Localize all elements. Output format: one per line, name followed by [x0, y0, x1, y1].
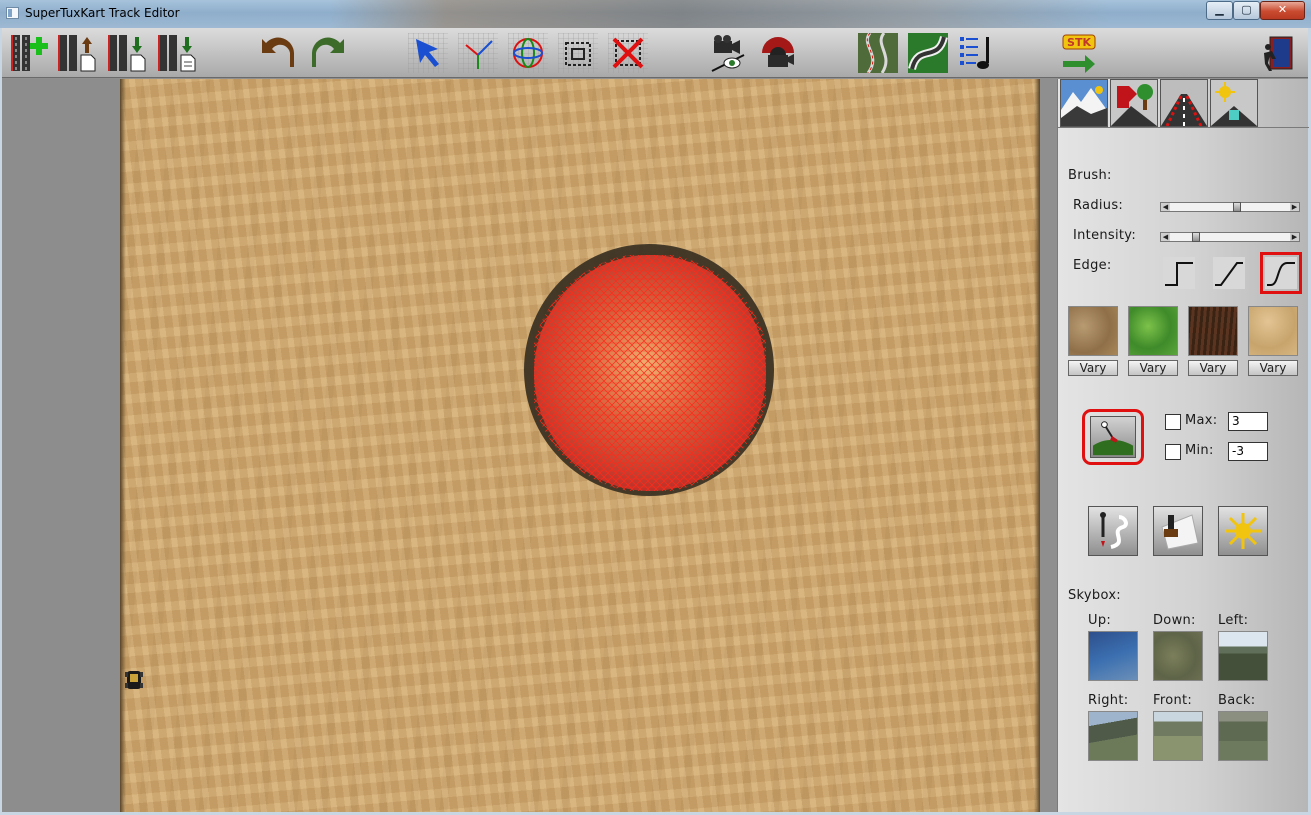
- move-icon[interactable]: [458, 33, 498, 73]
- rotate-icon[interactable]: [508, 33, 548, 73]
- min-label: Min:: [1185, 443, 1214, 458]
- skybox-down-label: Down:: [1153, 613, 1196, 628]
- edge-hard-button[interactable]: [1163, 257, 1195, 289]
- slider-right-arrow-icon[interactable]: ▶: [1290, 233, 1299, 241]
- road-icon[interactable]: [858, 33, 898, 73]
- intensity-slider-thumb[interactable]: [1192, 232, 1200, 242]
- select-icon[interactable]: [408, 33, 448, 73]
- kart-start-icon[interactable]: [125, 669, 143, 691]
- environment-tab[interactable]: [1210, 79, 1258, 127]
- redo-icon[interactable]: [308, 33, 348, 73]
- stk-test-icon[interactable]: STK: [1059, 33, 1099, 73]
- max-value-input[interactable]: 3: [1228, 412, 1268, 431]
- texture-dark-soil[interactable]: [1188, 306, 1238, 356]
- slider-left-arrow-icon[interactable]: ◀: [1161, 233, 1170, 241]
- skybox-right-label: Right:: [1088, 693, 1129, 708]
- skybox-up-label: Up:: [1088, 613, 1112, 628]
- vary-button[interactable]: Vary: [1068, 360, 1118, 376]
- skybox-right-image[interactable]: [1088, 711, 1138, 761]
- music-icon[interactable]: [958, 33, 998, 73]
- vary-button[interactable]: Vary: [1128, 360, 1178, 376]
- new-track-icon[interactable]: [10, 33, 50, 73]
- app-window: SuperTuxKart Track Editor ▁ ▢ ✕ STK Brus…: [0, 0, 1311, 815]
- height-tool-selected-frame: [1082, 409, 1144, 465]
- terrain-tab[interactable]: [1060, 79, 1108, 127]
- main-toolbar: STK: [2, 28, 1308, 78]
- scale-icon[interactable]: [558, 33, 598, 73]
- skybox-front-image[interactable]: [1153, 711, 1203, 761]
- road-wide-icon[interactable]: [908, 33, 948, 73]
- radius-label: Radius:: [1073, 198, 1124, 213]
- slider-left-arrow-icon[interactable]: ◀: [1161, 203, 1170, 211]
- light-tool-button[interactable]: [1218, 506, 1268, 556]
- skybox-left-label: Left:: [1218, 613, 1249, 628]
- brush-label: Brush:: [1068, 168, 1112, 183]
- app-icon[interactable]: [6, 7, 19, 19]
- edge-label: Edge:: [1073, 258, 1112, 273]
- skybox-back-label: Back:: [1218, 693, 1256, 708]
- delete-icon[interactable]: [608, 33, 648, 73]
- max-checkbox[interactable]: [1165, 414, 1181, 430]
- title-bar[interactable]: SuperTuxKart Track Editor ▁ ▢ ✕: [0, 0, 1311, 28]
- min-value-input[interactable]: -3: [1228, 442, 1268, 461]
- skybox-up-image[interactable]: [1088, 631, 1138, 681]
- vary-button[interactable]: Vary: [1248, 360, 1298, 376]
- smooth-path-tool-button[interactable]: [1088, 506, 1138, 556]
- window-title: SuperTuxKart Track Editor: [25, 6, 180, 20]
- close-button[interactable]: ✕: [1260, 1, 1305, 20]
- skybox-down-image[interactable]: [1153, 631, 1203, 681]
- exit-icon[interactable]: [1258, 33, 1298, 73]
- road-tab[interactable]: [1160, 79, 1208, 127]
- open-track-icon[interactable]: [57, 33, 97, 73]
- skybox-front-label: Front:: [1153, 693, 1193, 708]
- left-panel: [2, 79, 120, 812]
- radius-slider[interactable]: ◀ ▶: [1160, 202, 1300, 212]
- intensity-slider[interactable]: ◀ ▶: [1160, 232, 1300, 242]
- minimize-button[interactable]: ▁: [1206, 1, 1233, 20]
- maximize-button[interactable]: ▢: [1233, 1, 1260, 20]
- edge-smooth-button[interactable]: [1260, 252, 1302, 294]
- terrain-mesh-grid: [534, 255, 766, 491]
- radius-slider-thumb[interactable]: [1232, 202, 1241, 212]
- objects-tab[interactable]: [1110, 79, 1158, 127]
- undo-icon[interactable]: [258, 33, 298, 73]
- texture-sand[interactable]: [1248, 306, 1298, 356]
- max-label: Max:: [1185, 413, 1218, 428]
- camera-icon[interactable]: [708, 33, 748, 73]
- terrain-viewport[interactable]: [120, 79, 1040, 812]
- skybox-left-image[interactable]: [1218, 631, 1268, 681]
- skybox-back-image[interactable]: [1218, 711, 1268, 761]
- min-checkbox[interactable]: [1165, 444, 1181, 460]
- skybox-label: Skybox:: [1068, 588, 1121, 603]
- save-as-track-icon[interactable]: [157, 33, 197, 73]
- height-tool-button[interactable]: [1090, 416, 1136, 458]
- svg-text:STK: STK: [1067, 36, 1091, 49]
- edge-linear-button[interactable]: [1213, 257, 1245, 289]
- background-blur: [330, 0, 1110, 28]
- editor-app: STK Brush: Radius: ◀ ▶ Intensity: ◀ ▶ Ed…: [2, 28, 1309, 812]
- camera-restore-icon[interactable]: [758, 33, 798, 73]
- paint-tool-button[interactable]: [1153, 506, 1203, 556]
- tab-divider: [1058, 127, 1309, 128]
- texture-grass[interactable]: [1128, 306, 1178, 356]
- terrain-tools-panel: Brush: Radius: ◀ ▶ Intensity: ◀ ▶ Edge:: [1057, 79, 1309, 812]
- vary-button[interactable]: Vary: [1188, 360, 1238, 376]
- slider-right-arrow-icon[interactable]: ▶: [1290, 203, 1299, 211]
- save-track-icon[interactable]: [107, 33, 147, 73]
- texture-dirt[interactable]: [1068, 306, 1118, 356]
- intensity-label: Intensity:: [1073, 228, 1137, 243]
